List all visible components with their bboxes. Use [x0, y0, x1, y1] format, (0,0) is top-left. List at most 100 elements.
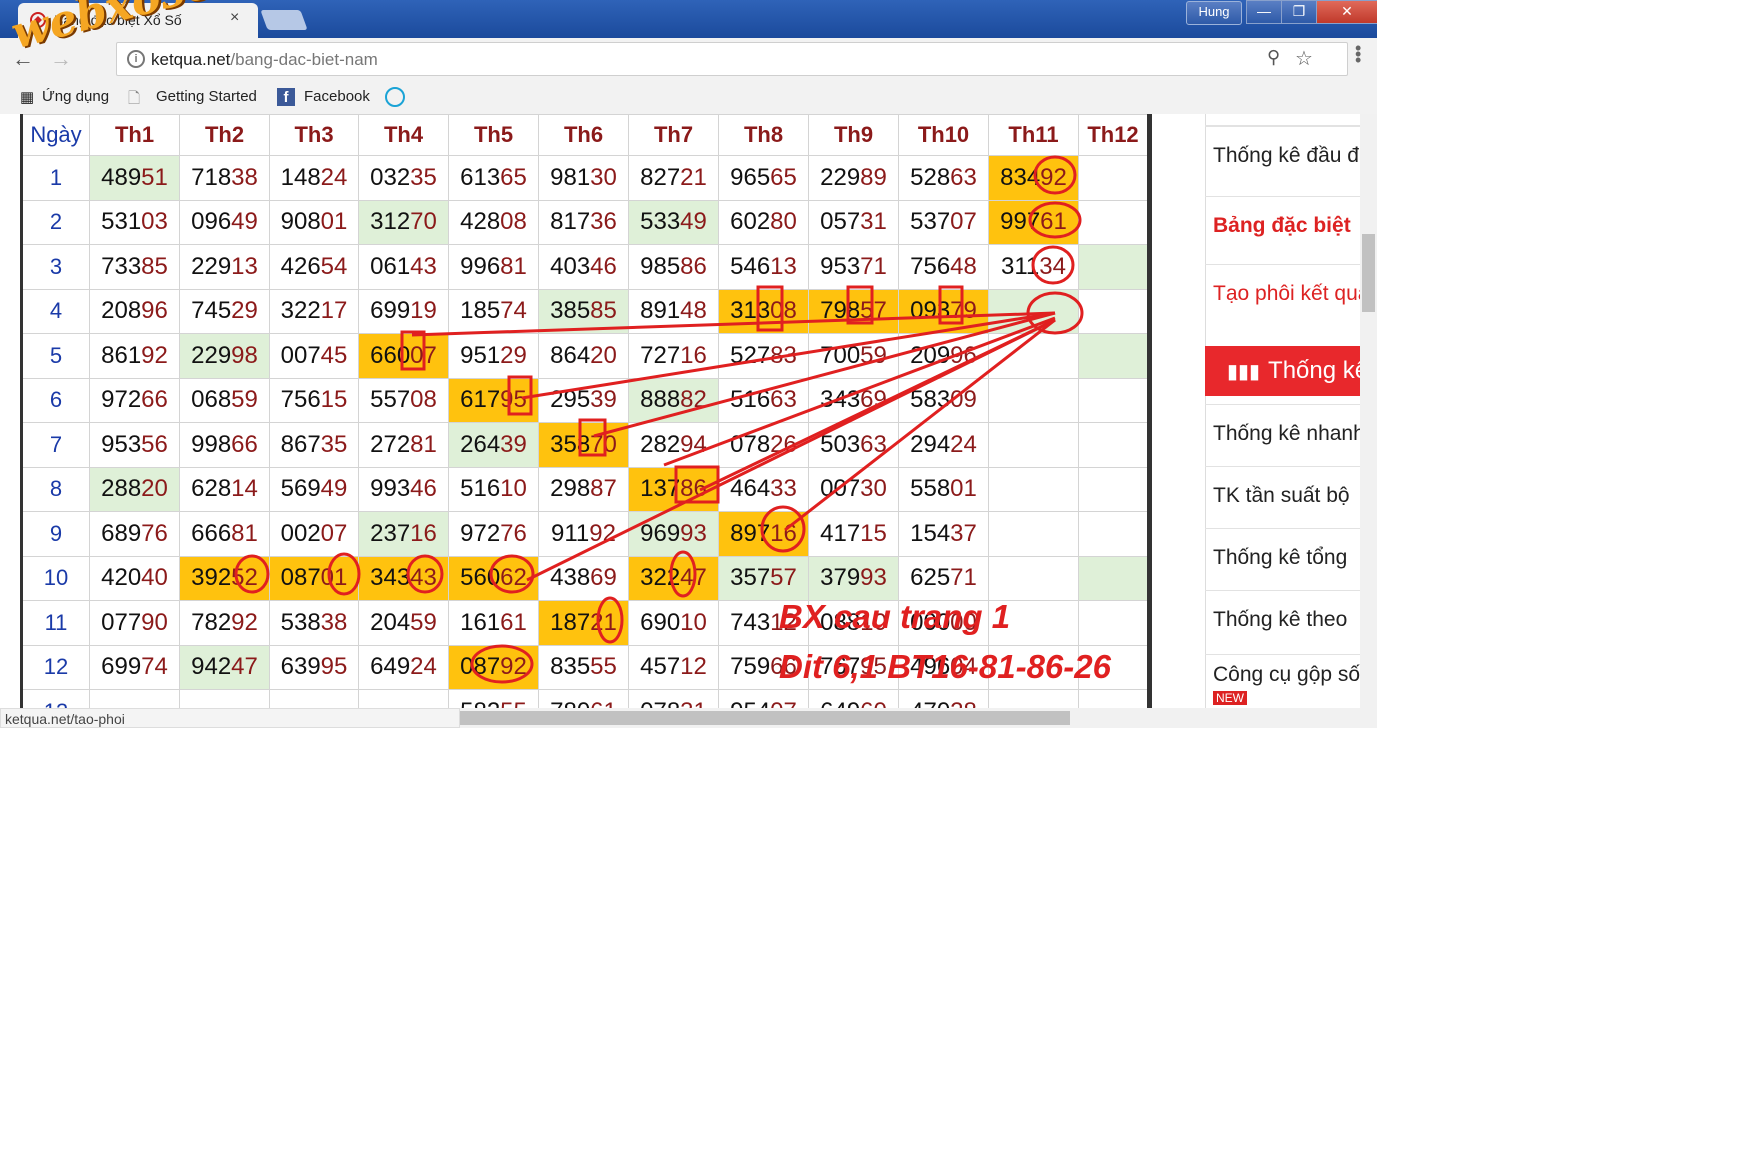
sidebar-item-thong-ke-tong[interactable]: Thống kê tổng	[1205, 528, 1360, 586]
result-head-digits: 403	[550, 252, 591, 280]
result-tail-digits: 34	[1039, 252, 1066, 280]
result-head-digits: 558	[910, 475, 951, 503]
result-cell: 58309	[898, 377, 989, 423]
result-cell: 58255	[448, 689, 539, 708]
result-cell: 53707	[898, 199, 989, 245]
result-head-digits: 954	[730, 698, 770, 708]
day-cell: 11	[21, 600, 90, 646]
result-tail-digits: 96	[950, 341, 977, 369]
bookmark-star-icon[interactable]: ☆	[1295, 46, 1313, 71]
result-cell: 06859	[179, 377, 270, 423]
result-tail-digits: 92	[589, 519, 616, 547]
zoom-icon[interactable]: ⚲	[1267, 47, 1280, 68]
result-head-digits: 392	[191, 564, 232, 592]
result-tail-digits: 96	[141, 297, 168, 325]
sidebar-item-thong-ke-theo[interactable]: Thống kê theo	[1205, 590, 1360, 648]
result-cell	[1078, 689, 1149, 708]
result-tail-digits: 16	[410, 519, 437, 547]
bookmark-getting-started[interactable]: Getting Started	[156, 88, 257, 105]
sidebar-item-thong-ke-nhanh[interactable]: Thống kê nhanh	[1205, 404, 1360, 462]
info-icon[interactable]: i	[127, 50, 145, 68]
table-row: 9 68976 66681 00207 23716 97276 91192 96993 8971…	[21, 511, 1149, 557]
result-tail-digits: 81	[231, 519, 258, 547]
day-cell: 10	[21, 555, 90, 601]
result-cell: 32217	[269, 288, 359, 334]
horizontal-scrollbar[interactable]	[460, 708, 1377, 728]
result-head-digits: 322	[280, 297, 321, 325]
result-cell: 75615	[269, 377, 359, 423]
result-cell: 69010	[628, 600, 719, 646]
maximize-button[interactable]: ❐	[1281, 0, 1317, 24]
result-tail-digits: 66	[141, 386, 168, 414]
result-cell: 90801	[269, 199, 359, 245]
bookmark-facebook[interactable]: Facebook	[304, 88, 370, 105]
url-path: /bang-dac-biet-nam	[230, 50, 378, 69]
column-header-month: Th12	[1078, 114, 1149, 156]
result-cell: 61795	[448, 377, 539, 423]
result-head-digits: 322	[640, 564, 681, 592]
result-head-digits: 298	[550, 475, 591, 503]
result-head-digits: 357	[730, 564, 771, 592]
day-cell: 8	[21, 466, 90, 512]
result-tail-digits: 60	[860, 698, 887, 708]
result-head-digits: 295	[550, 386, 591, 414]
result-tail-digits: 43	[410, 252, 437, 280]
apps-icon[interactable]: ▦	[20, 88, 34, 106]
bookmark-apps[interactable]: Ứng dụng	[42, 88, 109, 105]
close-window-button[interactable]: ✕	[1316, 0, 1377, 24]
menu-icon[interactable]: • • •	[1355, 39, 1361, 69]
sidebar-item-tao-phoi[interactable]: Tạo phôi kết quả	[1205, 264, 1360, 322]
result-head-digits: 229	[191, 341, 232, 369]
result-head-digits: 204	[370, 608, 411, 636]
result-cell: 22989	[808, 155, 899, 201]
result-cell: 95371	[808, 244, 899, 290]
result-tail-digits: 76	[500, 519, 527, 547]
result-head-digits: 531	[101, 208, 142, 236]
result-head-digits: 538	[280, 608, 321, 636]
result-tail-digits: 93	[860, 564, 887, 592]
result-cell	[1078, 600, 1149, 646]
address-bar[interactable]: i ketqua.net/bang-dac-biet-nam ⚲ ☆	[116, 42, 1348, 76]
result-tail-digits: 86	[680, 252, 707, 280]
day-cell: 9	[21, 511, 90, 557]
sidebar-item-tk-tan-suat[interactable]: TK tần suất bộ	[1205, 466, 1360, 524]
sidebar-item-thong-ke-dau-duoi[interactable]: Thống kê đầu đuôi	[1205, 126, 1360, 184]
result-cell: 39252	[179, 555, 270, 601]
vertical-scrollbar-thumb[interactable]	[1362, 234, 1375, 312]
compass-icon[interactable]	[385, 87, 405, 107]
result-cell: 70059	[808, 333, 899, 379]
column-header-month: Th2	[179, 114, 270, 156]
horizontal-scrollbar-thumb[interactable]	[460, 711, 1070, 725]
result-tail-digits: 10	[500, 475, 527, 503]
result-head-digits: 834	[1000, 163, 1041, 191]
sidebar-item-cong-cu-gop-so[interactable]: Công cụ gộp số NEW	[1205, 654, 1360, 708]
result-cell: 29424	[898, 422, 989, 468]
result-head-digits: 867	[280, 430, 321, 458]
result-cell: 35870	[538, 422, 629, 468]
result-tail-digits: 49	[680, 208, 707, 236]
sidebar-item-bang-dac-biet[interactable]: Bảng đặc biệt	[1205, 196, 1360, 254]
result-cell: 98130	[538, 155, 629, 201]
result-cell	[179, 689, 270, 708]
column-header-month: Th6	[538, 114, 629, 156]
result-tail-digits: 79	[950, 297, 977, 325]
result-cell: 62814	[179, 466, 270, 512]
result-head-digits: 965	[730, 163, 771, 191]
new-tab-button[interactable]	[260, 10, 308, 30]
column-header-month: Th8	[718, 114, 809, 156]
tab-close-icon[interactable]: ×	[230, 9, 239, 27]
vertical-scrollbar[interactable]	[1360, 114, 1377, 708]
result-head-digits: 093	[910, 297, 951, 325]
minimize-button[interactable]: —	[1246, 0, 1282, 24]
day-cell: 5	[21, 333, 90, 379]
result-cell: 40346	[538, 244, 629, 290]
result-cell: 09379	[898, 288, 989, 334]
result-cell: 89148	[628, 288, 719, 334]
profile-button[interactable]: Hung	[1186, 1, 1242, 25]
result-head-digits: 639	[280, 653, 321, 681]
result-head-digits: 057	[820, 208, 861, 236]
result-cell	[988, 466, 1079, 512]
result-tail-digits: 57	[860, 297, 887, 325]
result-head-digits: 743	[730, 608, 771, 636]
result-cell: 99681	[448, 244, 539, 290]
